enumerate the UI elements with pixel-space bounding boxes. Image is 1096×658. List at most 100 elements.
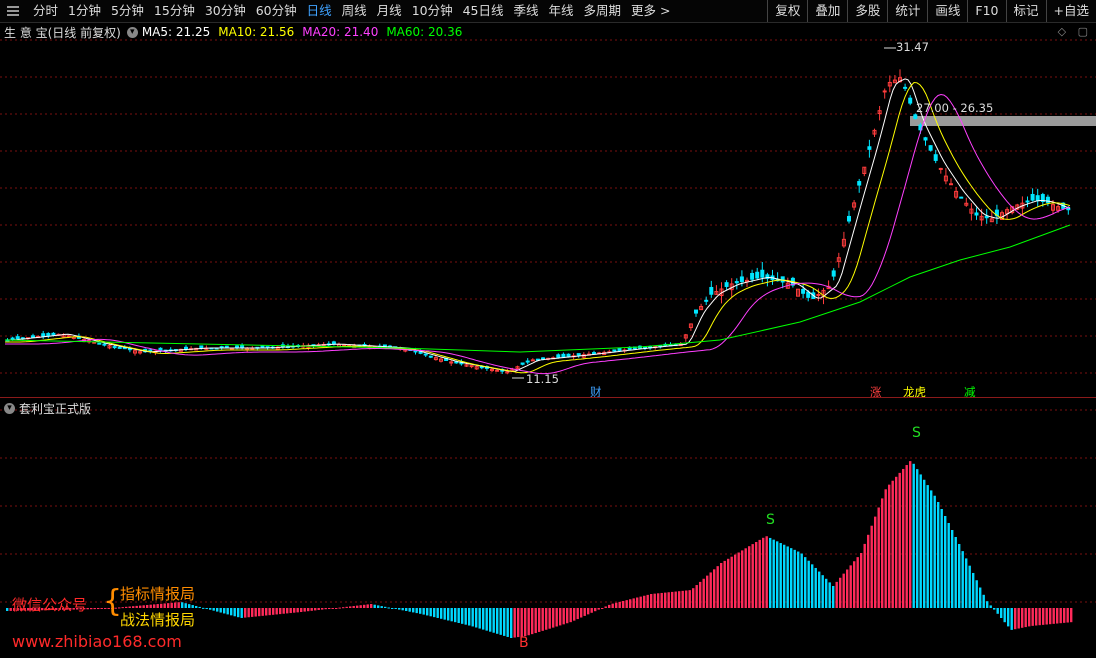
candle-body: [949, 183, 953, 186]
indicator-bar: [958, 544, 961, 608]
candle-body: [566, 353, 571, 357]
settings-circle-icon[interactable]: ▾: [126, 26, 138, 38]
candle-body: [469, 365, 474, 368]
indicator-bar: [828, 582, 831, 608]
candle-body: [592, 352, 596, 355]
indicator-bar: [377, 605, 380, 608]
indicator-bar: [300, 608, 303, 612]
period-toolbar: 分时 1分钟 5分钟 15分钟 30分钟 60分钟 日线 周线 月线 10分钟 45日线 季线 年线 多周…: [0, 0, 1096, 23]
indicator-bar: [1000, 608, 1003, 618]
candle-body: [984, 215, 989, 219]
tool-button[interactable]: F10: [967, 0, 1005, 22]
period-tab[interactable]: 周线: [337, 0, 372, 22]
indicator-bar: [797, 551, 800, 608]
indicator-bar: [408, 608, 411, 612]
indicator-bar: [909, 461, 912, 608]
indicator-bar: [289, 608, 292, 614]
indicator-bar: [331, 608, 334, 609]
gap-range-label: 27.00 - 26.35: [916, 101, 994, 115]
indicator-bar: [391, 608, 394, 609]
kline-panel[interactable]: 生 意 宝(日线 前复权) ▾ MA5: 21.25 MA10: 21.56 M…: [0, 22, 1096, 399]
indicator-bar: [793, 549, 796, 608]
watermark-url: www.zhibiao168.com: [12, 632, 182, 651]
lock-icon[interactable]: ▢: [1078, 25, 1088, 38]
indicator-bar: [1049, 608, 1052, 625]
period-tab[interactable]: 45日线: [458, 0, 509, 22]
period-tab[interactable]: 15分钟: [149, 0, 200, 22]
kline-chart[interactable]: [0, 22, 1096, 397]
indicator-bar: [195, 606, 198, 608]
indicator-bar: [972, 572, 975, 608]
tool-button[interactable]: 画线: [927, 0, 967, 22]
indicator-bar: [335, 608, 338, 609]
period-tab[interactable]: 5分钟: [106, 0, 149, 22]
indicator-bar: [597, 608, 600, 610]
indicator-bar: [681, 590, 684, 608]
tool-button[interactable]: 叠加: [807, 0, 847, 22]
indicator-bar: [639, 596, 642, 608]
ma20-line: [5, 93, 1071, 375]
indicator-bar: [569, 608, 572, 623]
period-tab[interactable]: 分时: [28, 0, 63, 22]
indicator-bar: [772, 539, 775, 608]
period-tab[interactable]: 多周期: [579, 0, 627, 22]
indicator-bar: [1021, 608, 1024, 628]
tool-button[interactable]: 标记: [1005, 0, 1046, 22]
indicator-bar: [240, 608, 243, 618]
indicator-bar: [139, 605, 142, 608]
indicator-bar: [986, 601, 989, 608]
menu-grip-icon[interactable]: [4, 3, 22, 19]
indicator-bar: [342, 607, 345, 609]
indicator-bar: [891, 480, 894, 608]
candle-body: [923, 137, 928, 141]
indicator-bar: [198, 606, 201, 608]
period-tab[interactable]: 60分钟: [251, 0, 302, 22]
candle-body: [704, 299, 709, 302]
indicator-bar: [912, 463, 915, 608]
indicator-bar: [401, 608, 404, 611]
period-tab[interactable]: 年线: [544, 0, 579, 22]
indicator-bar: [1063, 608, 1066, 623]
candle-body: [561, 353, 566, 358]
indicator-bar: [503, 608, 506, 636]
indicator-bar: [447, 608, 450, 621]
candle-body: [1025, 200, 1030, 203]
indicator-bar: [853, 561, 856, 608]
period-tab[interactable]: 更多 >: [626, 0, 675, 22]
indicator-bar: [328, 608, 331, 609]
tool-button[interactable]: 统计: [887, 0, 927, 22]
period-tab[interactable]: 月线: [372, 0, 407, 22]
indicator-bar: [419, 608, 422, 614]
indicator-bar: [517, 608, 520, 638]
diamond-icon[interactable]: ◇: [1058, 25, 1066, 38]
indicator-bar: [265, 608, 268, 616]
period-tab[interactable]: 日线: [302, 0, 337, 22]
indicator-bar: [702, 578, 705, 608]
indicator-bar: [321, 608, 324, 610]
indicator-bar: [916, 469, 919, 608]
tool-button[interactable]: +自选: [1045, 0, 1096, 22]
date-axis: [0, 651, 1096, 658]
tool-button[interactable]: 多股: [847, 0, 887, 22]
period-tab[interactable]: 1分钟: [63, 0, 106, 22]
candle-body: [974, 212, 979, 216]
period-tab[interactable]: 10分钟: [407, 0, 458, 22]
period-tab[interactable]: 季线: [509, 0, 544, 22]
indicator-bar: [779, 543, 782, 608]
indicator-bar: [489, 608, 492, 632]
indicator-bar: [310, 608, 313, 611]
ma5-label: MA5: 21.25: [141, 25, 211, 39]
indicator-bar: [573, 608, 576, 621]
tool-button[interactable]: 复权: [767, 0, 807, 22]
candle-body: [913, 114, 918, 119]
indicator-settings-icon[interactable]: ▾: [4, 402, 15, 414]
indicator-bar: [1042, 608, 1045, 625]
indicator-panel[interactable]: ▾ 套利宝正式版 S S B 微信公众号 { 指标情报局 战法情报局 www.z…: [0, 397, 1096, 652]
candle-body: [51, 332, 56, 336]
candle-body: [15, 336, 20, 340]
indicator-bar: [790, 548, 793, 608]
indicator-bar: [688, 590, 691, 608]
period-tab[interactable]: 30分钟: [200, 0, 251, 22]
indicator-bar: [692, 588, 695, 608]
indicator-bar: [898, 472, 901, 608]
